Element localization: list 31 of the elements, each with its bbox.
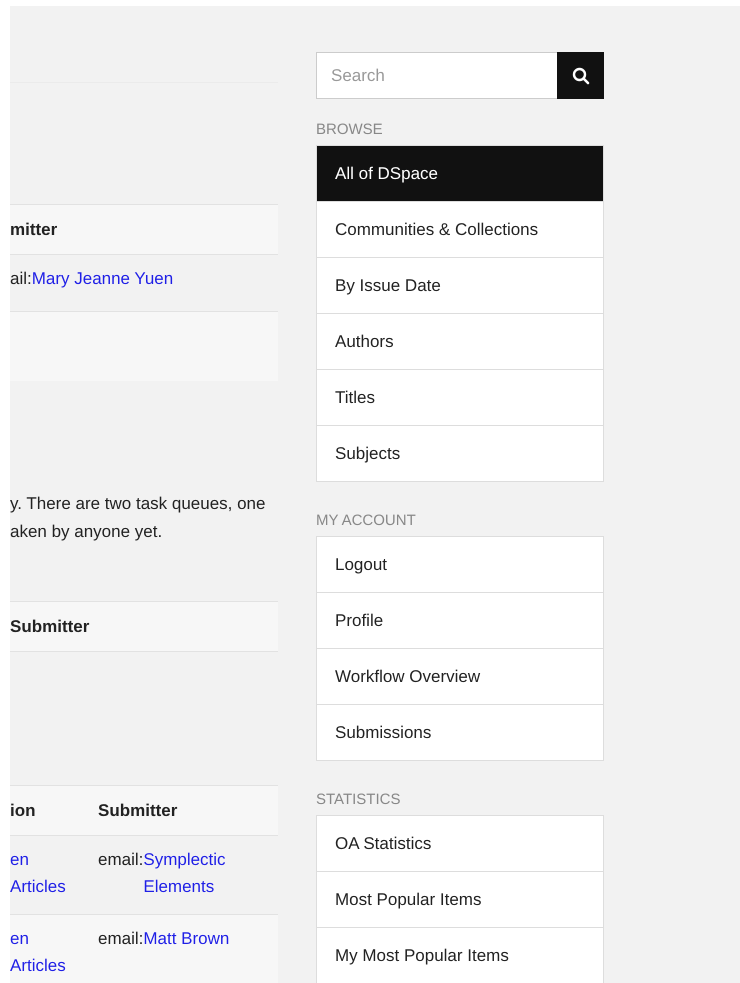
sidebar-item[interactable]: Profile (317, 592, 603, 648)
section-heading: STATISTICS (316, 791, 402, 808)
intro-text: y. There are two task queues, one (10, 493, 266, 515)
sidebar-item[interactable]: Workflow Overview (317, 648, 603, 704)
sidebar-item[interactable]: Most Popular Items (317, 871, 603, 927)
section-heading: BROWSE (316, 121, 384, 138)
submitter-cell: ail:Mary Jeanne Yuen (10, 269, 174, 289)
sidebar-item[interactable]: By Issue Date (317, 257, 603, 313)
sidebar-item[interactable]: Submissions (317, 704, 603, 760)
submitter-link[interactable]: Matt Brown (143, 925, 234, 952)
section-heading: MY ACCOUNT (316, 512, 417, 529)
sidebar-item[interactable]: My Most Popular Items (317, 927, 603, 983)
column-header: mitter (10, 220, 58, 240)
search-field[interactable]: Search (316, 52, 557, 99)
submitter-cell: email:Matt Brown (98, 925, 248, 952)
column-header: ion (10, 800, 36, 820)
sidebar-item[interactable]: Logout (317, 537, 603, 592)
collection-link[interactable]: en Articles (10, 925, 70, 979)
sidebar-item[interactable]: All of DSpace (317, 146, 603, 201)
sidebar-item[interactable]: Subjects (317, 425, 603, 481)
sidebar-item[interactable]: Titles (317, 369, 603, 425)
column-header: Submitter (10, 616, 90, 636)
intro-text: aken by anyone yet. (10, 521, 164, 543)
submitter-cell: email:Symplectic Elements (98, 846, 248, 900)
sidebar-item[interactable]: Communities & Collections (317, 201, 603, 257)
sidebar-item[interactable]: Authors (317, 313, 603, 369)
submitter-link[interactable]: Symplectic Elements (143, 846, 234, 900)
submitter-link[interactable]: Mary Jeanne Yuen (32, 269, 174, 288)
collection-link[interactable]: en Articles (10, 846, 70, 900)
sidebar-item[interactable]: OA Statistics (317, 816, 603, 871)
column-header: Submitter (98, 800, 178, 820)
